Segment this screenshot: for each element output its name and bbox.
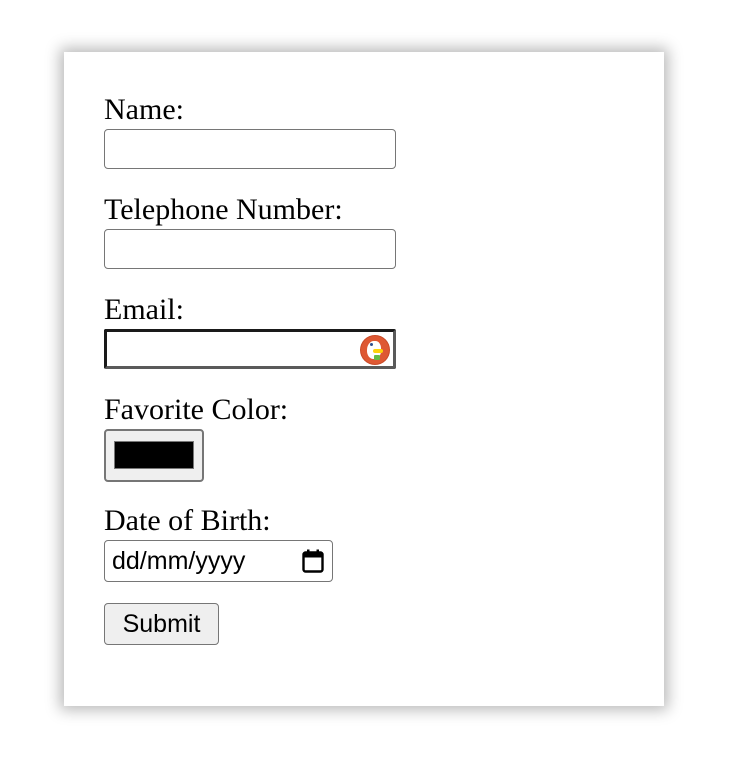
name-input[interactable] xyxy=(104,129,396,169)
date-placeholder: dd/mm/yyyy xyxy=(112,547,246,575)
color-swatch xyxy=(114,441,194,469)
email-field-group: Email: xyxy=(104,293,184,327)
telephone-label: Telephone Number: xyxy=(104,193,343,226)
phone-field-group: Telephone Number: xyxy=(104,193,343,227)
email-input[interactable] xyxy=(104,329,396,369)
name-label: Name: xyxy=(104,93,184,126)
date-of-birth-input[interactable]: dd/mm/yyyy xyxy=(104,540,333,582)
dob-field-group: Date of Birth: xyxy=(104,504,271,538)
color-picker[interactable] xyxy=(104,429,204,482)
form-card: Name: Telephone Number: Email: Favorite … xyxy=(64,52,664,706)
telephone-input[interactable] xyxy=(104,229,396,269)
date-of-birth-label: Date of Birth: xyxy=(104,504,271,537)
duckduckgo-icon[interactable] xyxy=(361,336,389,364)
submit-button[interactable]: Submit xyxy=(104,603,219,645)
name-field-group: Name: xyxy=(104,93,184,127)
email-label: Email: xyxy=(104,293,184,326)
favorite-color-label: Favorite Color: xyxy=(104,393,289,426)
calendar-icon[interactable] xyxy=(302,549,324,573)
color-field-group: Favorite Color: xyxy=(104,393,288,427)
